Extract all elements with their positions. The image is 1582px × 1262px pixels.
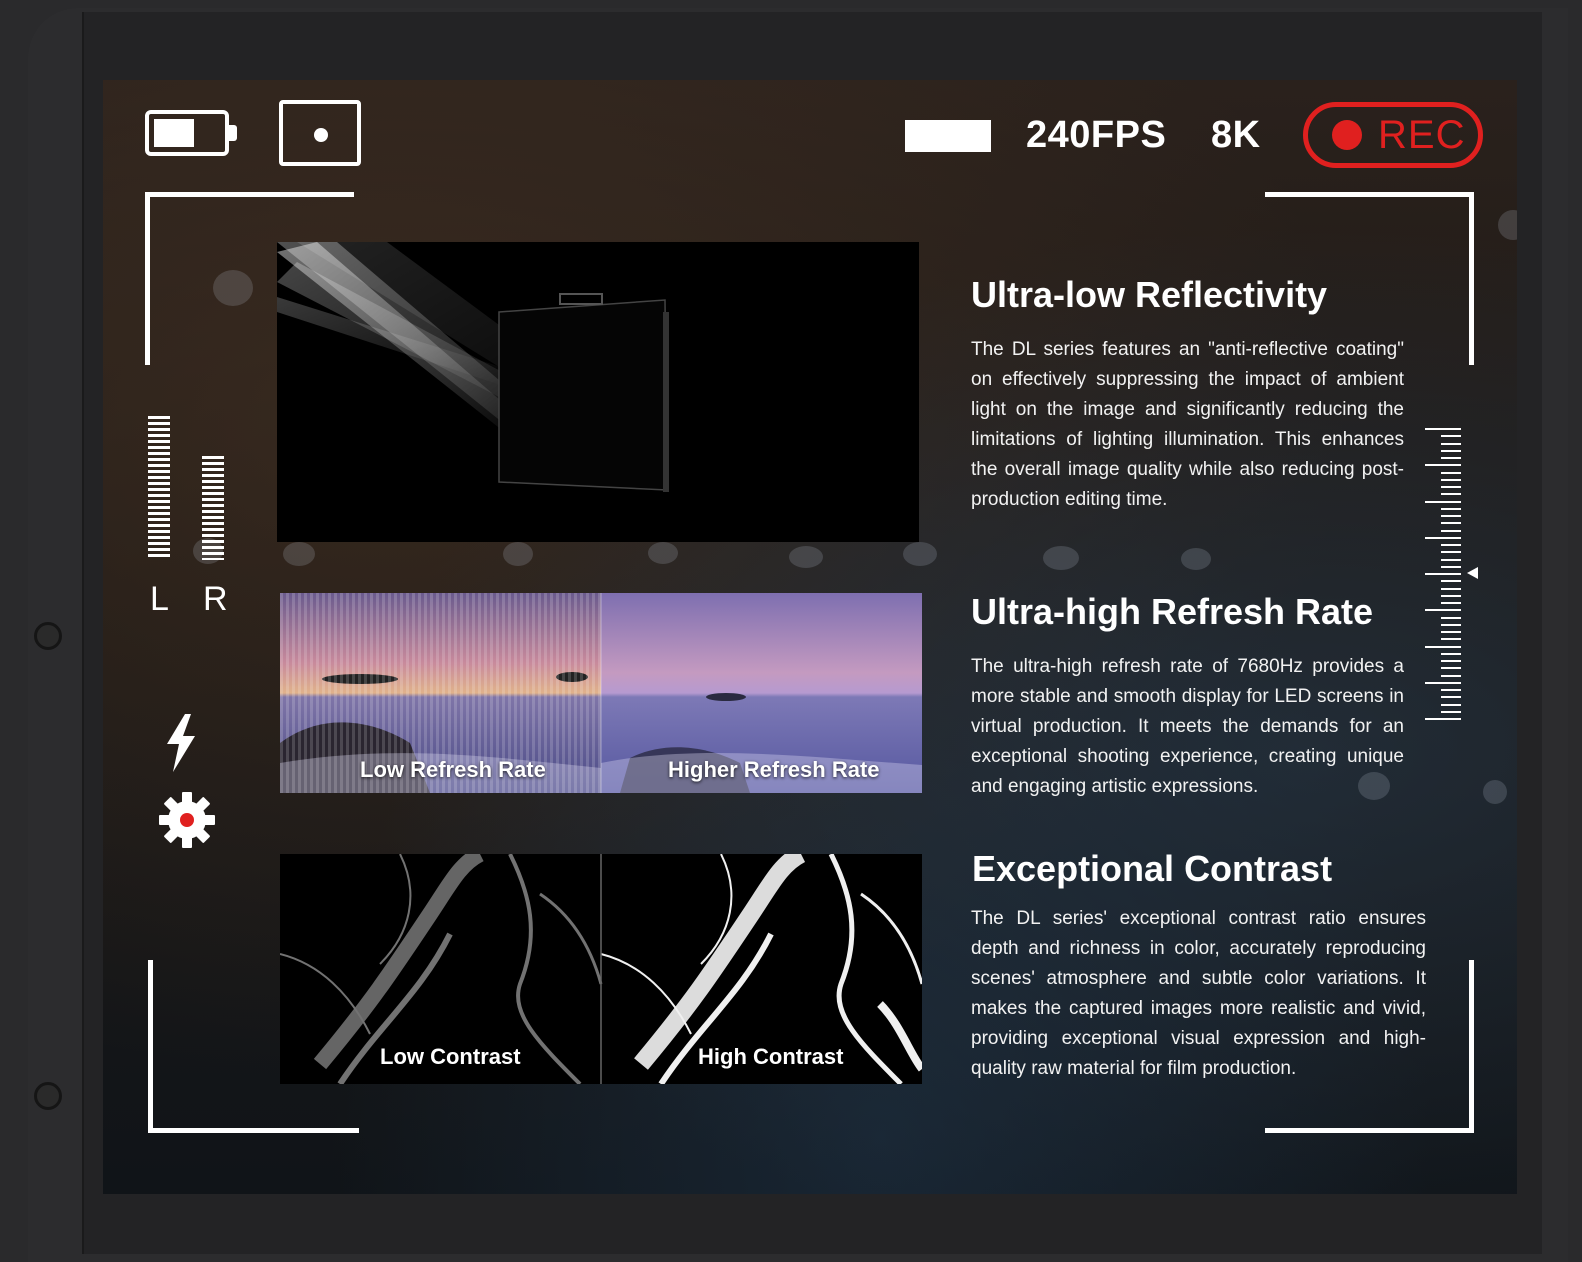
level-scale-tick — [1441, 522, 1461, 524]
audio-meter-right — [202, 456, 224, 560]
level-scale-tick — [1441, 638, 1461, 640]
side-button-lower[interactable] — [34, 1082, 62, 1110]
side-button-upper[interactable] — [34, 622, 62, 650]
low-contrast-label: Low Contrast — [380, 1044, 521, 1069]
level-scale-tick — [1425, 573, 1461, 575]
level-scale-tick — [1425, 609, 1461, 611]
low-refresh-rate-label: Low Refresh Rate — [360, 757, 546, 782]
focus-frame-icon[interactable] — [279, 100, 361, 166]
lightning-bolt-icon[interactable] — [165, 714, 197, 772]
camera-viewfinder-screen: 240FPS 8K REC L R Low Refresh Rate Highe… — [103, 80, 1517, 1194]
level-scale-tick — [1441, 544, 1461, 546]
high-contrast-label: High Contrast — [698, 1044, 844, 1069]
reflectivity-image — [277, 242, 919, 542]
audio-meter-right-label: R — [203, 580, 228, 618]
level-scale-tick — [1441, 660, 1461, 662]
level-scale-tick — [1441, 472, 1461, 474]
level-scale-tick — [1441, 479, 1461, 481]
refresh-rate-comparison-image: Low Refresh Rate Higher Refresh Rate — [280, 593, 922, 793]
level-scale-tick — [1441, 624, 1461, 626]
level-scale-tick — [1441, 493, 1461, 495]
level-scale-tick — [1441, 580, 1461, 582]
level-scale-tick — [1441, 675, 1461, 677]
feature-body-contrast: The DL series' exceptional contrast rati… — [971, 908, 1426, 1079]
level-scale-tick — [1441, 631, 1461, 633]
feature-body-refresh-rate: The ultra-high refresh rate of 7680Hz pr… — [971, 656, 1404, 797]
level-scale-tick — [1425, 718, 1461, 720]
level-scale-tick — [1441, 450, 1461, 452]
level-scale-tick — [1441, 443, 1461, 445]
level-scale-tick — [1425, 464, 1461, 466]
level-scale-tick — [1441, 704, 1461, 706]
level-scale-tick — [1425, 646, 1461, 648]
level-scale-tick — [1441, 559, 1461, 561]
level-scale — [1425, 428, 1461, 720]
level-scale-tick — [1441, 486, 1461, 488]
resolution-readout: 8K — [1211, 114, 1261, 156]
record-dot-icon — [1332, 120, 1362, 150]
feature-body-reflectivity: The DL series features an "anti-reflecti… — [971, 339, 1404, 510]
feature-title-refresh-rate: Ultra-high Refresh Rate — [971, 591, 1374, 632]
level-scale-tick — [1441, 617, 1461, 619]
level-scale-tick — [1425, 537, 1461, 539]
level-scale-tick — [1441, 595, 1461, 597]
high-refresh-rate-label: Higher Refresh Rate — [668, 757, 880, 782]
level-scale-tick — [1425, 682, 1461, 684]
fps-readout: 240FPS — [1026, 114, 1167, 156]
battery-icon — [145, 110, 237, 160]
level-scale-tick — [1441, 508, 1461, 510]
level-scale-tick — [1441, 653, 1461, 655]
level-scale-tick — [1441, 530, 1461, 532]
record-button[interactable]: REC — [1303, 102, 1483, 168]
level-scale-tick — [1441, 551, 1461, 553]
level-scale-tick — [1441, 667, 1461, 669]
level-scale-tick — [1425, 428, 1461, 430]
level-scale-tick — [1441, 602, 1461, 604]
level-scale-tick — [1441, 457, 1461, 459]
audio-meter-left — [148, 416, 170, 560]
audio-meter-left-label: L — [150, 580, 169, 618]
record-label: REC — [1378, 112, 1466, 157]
level-scale-tick — [1441, 515, 1461, 517]
gear-icon[interactable] — [157, 790, 217, 850]
level-scale-tick — [1441, 435, 1461, 437]
triangle-pointer-icon — [1467, 567, 1478, 579]
level-scale-tick — [1441, 711, 1461, 713]
feature-title-contrast: Exceptional Contrast — [972, 848, 1333, 889]
status-bar-indicator — [905, 120, 991, 152]
level-scale-tick — [1425, 501, 1461, 503]
feature-title-reflectivity: Ultra-low Reflectivity — [971, 274, 1328, 315]
contrast-comparison-image: Low Contrast High Contrast — [280, 854, 922, 1084]
level-scale-tick — [1441, 588, 1461, 590]
level-scale-tick — [1441, 696, 1461, 698]
level-scale-tick — [1441, 566, 1461, 568]
level-scale-tick — [1441, 689, 1461, 691]
